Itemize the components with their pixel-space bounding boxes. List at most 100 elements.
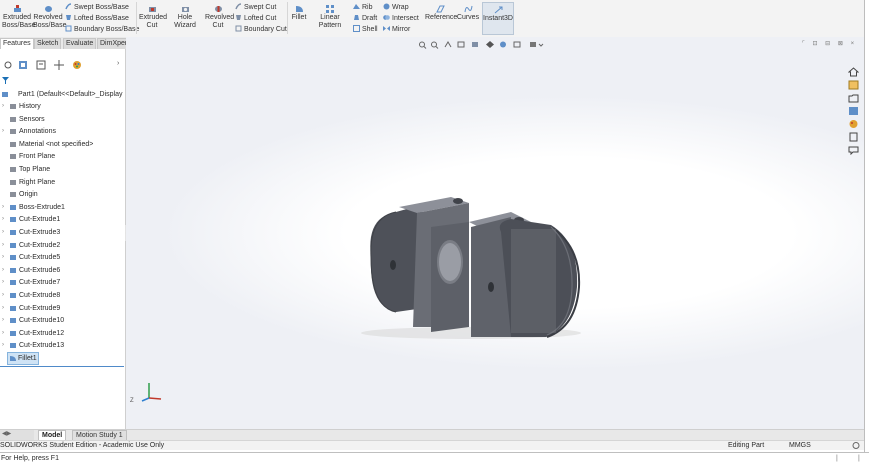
tree-item[interactable]: › Cut-Extrude3 <box>0 227 124 238</box>
tree-item-label: Cut-Extrude5 <box>19 254 61 262</box>
expand-arrow-icon[interactable]: › <box>2 101 4 112</box>
expand-arrow-icon[interactable]: › <box>2 240 4 251</box>
tree-item[interactable]: Top Plane <box>0 164 124 175</box>
boundary-cut-button[interactable]: Boundary Cut <box>235 25 287 34</box>
tree-item[interactable]: Origin <box>0 189 124 200</box>
expand-arrow-icon[interactable]: › <box>2 214 4 225</box>
resources-icon[interactable] <box>848 80 859 90</box>
tree-filter-icon[interactable] <box>2 77 9 84</box>
tree-item[interactable]: Material <not specified> <box>0 139 124 150</box>
part-model-render[interactable] <box>351 187 591 347</box>
extruded-boss-button[interactable]: Extruded Boss/Base <box>2 5 35 30</box>
feature-icon <box>10 343 16 349</box>
plane-icon <box>10 179 16 185</box>
extruded-cut-button[interactable]: Extruded Cut <box>139 5 167 30</box>
home-icon[interactable] <box>848 67 859 77</box>
curves-button[interactable]: Curves <box>456 5 480 22</box>
revolved-cut-button[interactable]: Revolved Cut <box>205 5 234 30</box>
tree-item[interactable]: Right Plane <box>0 177 124 188</box>
command-manager-ribbon: Extruded Boss/Base Revolved Boss/Base Sw… <box>0 0 864 38</box>
draft-button[interactable]: Draft <box>353 14 377 23</box>
tree-item[interactable]: › Cut-Extrude8 <box>0 290 124 301</box>
tree-item[interactable]: › History <box>0 101 124 112</box>
expand-arrow-icon[interactable]: › <box>2 126 4 137</box>
rib-button[interactable]: Rib <box>353 3 373 12</box>
wrap-icon <box>383 3 390 10</box>
hole-wizard-icon <box>181 7 189 12</box>
tree-item[interactable]: › Cut-Extrude7 <box>0 277 124 288</box>
window-edge <box>864 0 865 452</box>
feature-manager-tree-icon[interactable] <box>18 60 28 70</box>
display-manager-icon[interactable] <box>72 60 82 70</box>
swept-cut-button[interactable]: Swept Cut <box>235 3 276 12</box>
tree-item[interactable]: Front Plane <box>0 151 124 162</box>
tree-item[interactable]: › Cut-Extrude5 <box>0 252 124 263</box>
expand-arrow-icon[interactable]: › <box>2 277 4 288</box>
feature-icon <box>10 267 16 273</box>
swept-boss-button[interactable]: Swept Boss/Base <box>65 3 129 12</box>
fillet-button[interactable]: Fillet <box>290 5 308 22</box>
lofted-cut-button[interactable]: Lofted Cut <box>235 14 276 23</box>
tree-item[interactable]: › Cut-Extrude6 <box>0 265 124 276</box>
shell-button[interactable]: Shell <box>353 25 378 34</box>
shell-icon <box>353 25 360 32</box>
boundary-boss-button[interactable]: Boundary Boss/Base <box>65 25 139 34</box>
material-icon <box>10 141 16 147</box>
ribbon-separator <box>136 2 137 34</box>
task-pane-strip <box>845 63 863 159</box>
lofted-boss-button[interactable]: Lofted Boss/Base <box>65 14 129 23</box>
panel-expand-arrow[interactable]: › <box>117 60 119 67</box>
tab-scroll-arrows[interactable]: ◀▶ <box>0 430 34 440</box>
feature-manager-panel: › Part1 (Default<<Default>_Display › Hist… <box>0 49 130 429</box>
tree-item-label: Cut-Extrude1 <box>19 216 61 224</box>
configuration-manager-icon[interactable] <box>54 60 64 70</box>
tree-item[interactable]: › Boss-Extrude1 <box>0 202 124 213</box>
tree-item-label: Cut-Extrude13 <box>19 342 65 350</box>
tree-item[interactable]: › Annotations <box>0 126 124 137</box>
property-manager-icon[interactable] <box>36 60 46 70</box>
viewport-window-controls[interactable]: ⌜ ⊡ ⊟ ⊠ × <box>802 40 858 48</box>
tree-item[interactable]: › Cut-Extrude12 <box>0 328 124 339</box>
filter-icon[interactable] <box>3 60 13 70</box>
tree-item[interactable]: Sensors <box>0 114 124 125</box>
expand-arrow-icon[interactable]: › <box>2 290 4 301</box>
mirror-button[interactable]: Mirror <box>383 25 410 34</box>
units-selector[interactable]: MMGS <box>789 441 811 450</box>
reference-geometry-button[interactable]: Reference <box>425 5 457 22</box>
tree-item[interactable]: › Cut-Extrude1 <box>0 214 124 225</box>
graphics-area[interactable]: ⌜ ⊡ ⊟ ⊠ × Z <box>126 37 864 429</box>
expand-arrow-icon[interactable]: › <box>2 252 4 263</box>
revolved-boss-button[interactable]: Revolved Boss/Base <box>33 5 66 30</box>
expand-arrow-icon[interactable]: › <box>2 315 4 326</box>
appearances-icon[interactable] <box>848 119 859 129</box>
tree-item[interactable]: › Cut-Extrude9 <box>0 303 124 314</box>
folder-icon[interactable] <box>848 93 859 103</box>
expand-arrow-icon[interactable]: › <box>2 303 4 314</box>
expand-arrow-icon[interactable]: › <box>2 328 4 339</box>
intersect-button[interactable]: Intersect <box>383 14 419 23</box>
tree-part-root[interactable]: Part1 (Default<<Default>_Display <box>0 89 124 100</box>
expand-arrow-icon[interactable]: › <box>2 227 4 238</box>
history-icon <box>10 104 16 109</box>
tree-item[interactable]: › Cut-Extrude2 <box>0 240 124 251</box>
plane-icon <box>10 167 16 172</box>
help-icon[interactable] <box>852 442 860 449</box>
expand-arrow-icon[interactable]: › <box>2 340 4 351</box>
instant3d-button[interactable]: Instant3D <box>482 2 514 35</box>
expand-arrow-icon[interactable]: › <box>2 202 4 213</box>
tree-item-fillet1[interactable]: Fillet1 <box>7 352 39 365</box>
swept-icon <box>65 3 72 10</box>
rollback-bar[interactable] <box>0 366 124 367</box>
custom-properties-icon[interactable] <box>848 132 859 142</box>
linear-pattern-button[interactable]: Linear Pattern <box>309 5 351 30</box>
heads-up-view-toolbar[interactable] <box>418 40 568 49</box>
feature-icon <box>10 255 16 261</box>
expand-arrow-icon[interactable]: › <box>2 265 4 276</box>
wrap-button[interactable]: Wrap <box>383 3 409 12</box>
hole-wizard-button[interactable]: Hole Wizard <box>168 5 202 30</box>
forum-icon[interactable] <box>848 145 859 155</box>
tree-item[interactable]: › Cut-Extrude13 <box>0 340 124 351</box>
design-library-icon[interactable] <box>848 106 859 116</box>
tree-item[interactable]: › Cut-Extrude10 <box>0 315 124 326</box>
intersect-icon <box>383 15 390 20</box>
